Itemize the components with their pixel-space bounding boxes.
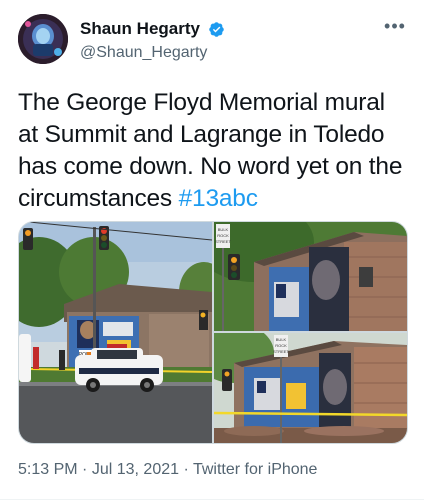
photo-mural-street: POLICE [19, 222, 212, 443]
tweet-date[interactable]: Jul 13, 2021 [92, 461, 179, 478]
sign-line-1: BULK [276, 337, 287, 342]
verified-badge-icon [209, 21, 225, 37]
tweet-text: The George Floyd Memorial mural at Summi… [18, 87, 410, 215]
author-names: Shaun Hegarty @Shaun_Hegarty [80, 19, 225, 63]
sign-line-2: ROCK [217, 233, 229, 238]
tweet-source[interactable]: Twitter for iPhone [193, 461, 318, 478]
more-options-icon[interactable]: ••• [382, 17, 408, 38]
sign-line-1: BULK [218, 227, 229, 232]
tweet-card: Shaun Hegarty @Shaun_Hegarty ••• The Geo… [0, 0, 424, 500]
author-handle[interactable]: @Shaun_Hegarty [80, 43, 225, 63]
avatar-image [18, 14, 68, 64]
tweet-time[interactable]: 5:13 PM [18, 461, 78, 478]
tweet-meta: 5:13 PM · Jul 13, 2021 · Twitter for iPh… [18, 460, 317, 480]
author-display-name[interactable]: Shaun Hegarty [80, 19, 200, 39]
hashtag-link[interactable]: #13abc [179, 185, 258, 212]
avatar[interactable] [18, 14, 68, 64]
meta-separator: · [82, 461, 88, 478]
photo-mural-closeup: BULK ROCK STREET [214, 222, 407, 331]
media-photo-1[interactable]: POLICE [19, 222, 212, 443]
photo-mural-tape: BULK ROCK STREET [214, 333, 407, 443]
sign-line-2: ROCK [275, 343, 287, 348]
sign-line-3: STREET [215, 239, 231, 244]
meta-separator: · [183, 461, 189, 478]
sign-line-3: STREET [273, 349, 289, 354]
media-photo-3[interactable]: BULK ROCK STREET [214, 333, 407, 443]
media-photo-2[interactable]: BULK ROCK STREET [214, 222, 407, 331]
media-grid: POLICE [18, 221, 408, 444]
tweet-header: Shaun Hegarty @Shaun_Hegarty ••• [18, 14, 410, 66]
